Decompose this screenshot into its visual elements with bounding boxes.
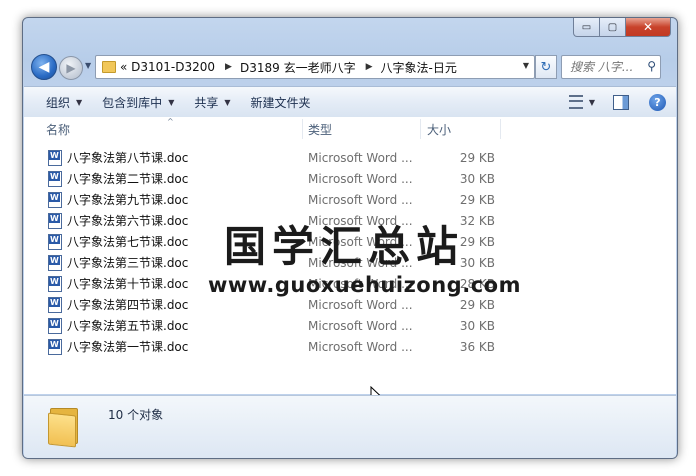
search-box[interactable]: ⚲: [561, 55, 661, 79]
recent-pages-dropdown[interactable]: ▼: [85, 61, 91, 70]
file-name: 八字象法第六节课.doc: [67, 214, 189, 228]
share-label: 共享: [194, 95, 219, 110]
file-type: Microsoft Word ...: [308, 171, 413, 186]
file-type: Microsoft Word ...: [308, 150, 413, 165]
file-type: Microsoft Word ...: [308, 318, 413, 333]
file-row[interactable]: 八字象法第四节课.doc Microsoft Word ... 29 KB: [24, 294, 676, 315]
file-list-pane: ^ 名称 类型 大小 八字象法第八节课.doc Microsoft Word .…: [24, 117, 676, 406]
file-type: Microsoft Word ...: [308, 339, 413, 354]
sort-ascending-icon: ^: [167, 117, 174, 126]
chevron-down-icon: ▼: [168, 97, 175, 107]
new-folder-button[interactable]: 新建文件夹: [241, 87, 321, 117]
file-name: 八字象法第三节课.doc: [67, 256, 189, 270]
file-name: 八字象法第九节课.doc: [67, 193, 189, 207]
column-header-name[interactable]: 名称: [46, 117, 70, 141]
column-header-type[interactable]: 类型: [308, 117, 332, 141]
organize-label: 组织: [46, 95, 71, 110]
search-input[interactable]: [568, 59, 648, 75]
file-name: 八字象法第八节课.doc: [67, 151, 189, 165]
navigation-bar: ◀ ▶ ▼ « D3101-D3200 ▶ D3189 玄一老师八字 ▶ 八字象…: [29, 52, 671, 82]
view-dropdown-icon[interactable]: ▼: [589, 98, 595, 107]
file-name: 八字象法第四节课.doc: [67, 298, 189, 312]
file-row[interactable]: 八字象法第九节课.doc Microsoft Word ... 29 KB: [24, 189, 676, 210]
file-type: Microsoft Word ...: [308, 297, 413, 312]
column-divider[interactable]: [420, 119, 421, 139]
breadcrumb-overflow[interactable]: « D3101-D3200: [120, 60, 215, 74]
back-button[interactable]: ◀: [31, 54, 57, 80]
file-size: 30 KB: [459, 318, 495, 333]
help-icon[interactable]: ?: [649, 93, 666, 111]
file-name: 八字象法第十节课.doc: [67, 277, 189, 291]
file-name: 八字象法第一节课.doc: [67, 340, 189, 354]
word-document-icon: [48, 213, 62, 229]
toolbar-right: ▼ ?: [568, 87, 676, 117]
column-header-size[interactable]: 大小: [427, 117, 451, 141]
address-dropdown-icon[interactable]: ▼: [523, 61, 529, 70]
column-header-row: ^ 名称 类型 大小: [24, 117, 676, 141]
file-row[interactable]: 八字象法第一节课.doc Microsoft Word ... 36 KB: [24, 336, 676, 357]
file-size: 29 KB: [459, 297, 495, 312]
file-row[interactable]: 八字象法第二节课.doc Microsoft Word ... 30 KB: [24, 168, 676, 189]
item-count: 10 个对象: [108, 408, 164, 422]
folder-icon: [102, 61, 116, 73]
include-in-library-menu[interactable]: 包含到库中 ▼: [92, 87, 184, 117]
file-name: 八字象法第二节课.doc: [67, 172, 189, 186]
word-document-icon: [48, 297, 62, 313]
search-icon[interactable]: ⚲: [647, 59, 656, 73]
word-document-icon: [48, 339, 62, 355]
close-button[interactable]: ✕: [626, 18, 671, 37]
breadcrumb-item[interactable]: D3189 玄一老师八字: [240, 59, 356, 76]
file-size: 29 KB: [459, 150, 495, 165]
explorer-window: ▭ ▢ ✕ ◀ ▶ ▼ « D3101-D3200 ▶ D3189 玄一老师八字…: [22, 17, 678, 459]
share-menu[interactable]: 共享 ▼: [184, 87, 240, 117]
chevron-down-icon: ▼: [76, 97, 83, 107]
organize-menu[interactable]: 组织 ▼: [24, 87, 92, 117]
word-document-icon: [48, 150, 62, 166]
forward-button[interactable]: ▶: [59, 56, 83, 80]
new-folder-label: 新建文件夹: [250, 95, 311, 110]
chevron-down-icon: ▼: [224, 97, 231, 107]
view-options-icon[interactable]: [568, 95, 583, 109]
word-document-icon: [48, 192, 62, 208]
word-document-icon: [48, 276, 62, 292]
file-type: Microsoft Word ...: [308, 192, 413, 207]
folder-icon: [48, 404, 78, 448]
watermark-title: 国学汇总站: [224, 222, 465, 271]
minimize-button[interactable]: ▭: [573, 18, 600, 37]
watermark-url: www.guoxuehuizong.com: [208, 273, 521, 297]
breadcrumb-separator-icon[interactable]: ▶: [366, 62, 373, 72]
file-size: 29 KB: [459, 192, 495, 207]
preview-pane-icon[interactable]: [613, 94, 629, 110]
refresh-icon: ↻: [540, 59, 552, 75]
details-pane: 10 个对象: [24, 395, 676, 458]
word-document-icon: [48, 171, 62, 187]
file-name: 八字象法第七节课.doc: [67, 235, 189, 249]
file-size: 30 KB: [459, 171, 495, 186]
word-document-icon: [48, 234, 62, 250]
word-document-icon: [48, 318, 62, 334]
file-name: 八字象法第五节课.doc: [67, 319, 189, 333]
breadcrumb-current[interactable]: 八字象法-日元: [381, 59, 457, 76]
column-divider[interactable]: [302, 119, 303, 139]
file-row[interactable]: 八字象法第五节课.doc Microsoft Word ... 30 KB: [24, 315, 676, 336]
include-in-library-label: 包含到库中: [102, 95, 163, 110]
column-divider[interactable]: [500, 119, 501, 139]
breadcrumb-separator-icon[interactable]: ▶: [225, 62, 232, 72]
word-document-icon: [48, 255, 62, 271]
command-bar: 组织 ▼ 包含到库中 ▼ 共享 ▼ 新建文件夹 ▼ ?: [24, 86, 676, 118]
file-row[interactable]: 八字象法第八节课.doc Microsoft Word ... 29 KB: [24, 147, 676, 168]
maximize-button[interactable]: ▢: [600, 18, 626, 37]
address-bar[interactable]: « D3101-D3200 ▶ D3189 玄一老师八字 ▶ 八字象法-日元 ▼: [95, 55, 535, 79]
file-size: 36 KB: [459, 339, 495, 354]
caption-buttons: ▭ ▢ ✕: [573, 18, 671, 37]
refresh-button[interactable]: ↻: [535, 55, 557, 79]
